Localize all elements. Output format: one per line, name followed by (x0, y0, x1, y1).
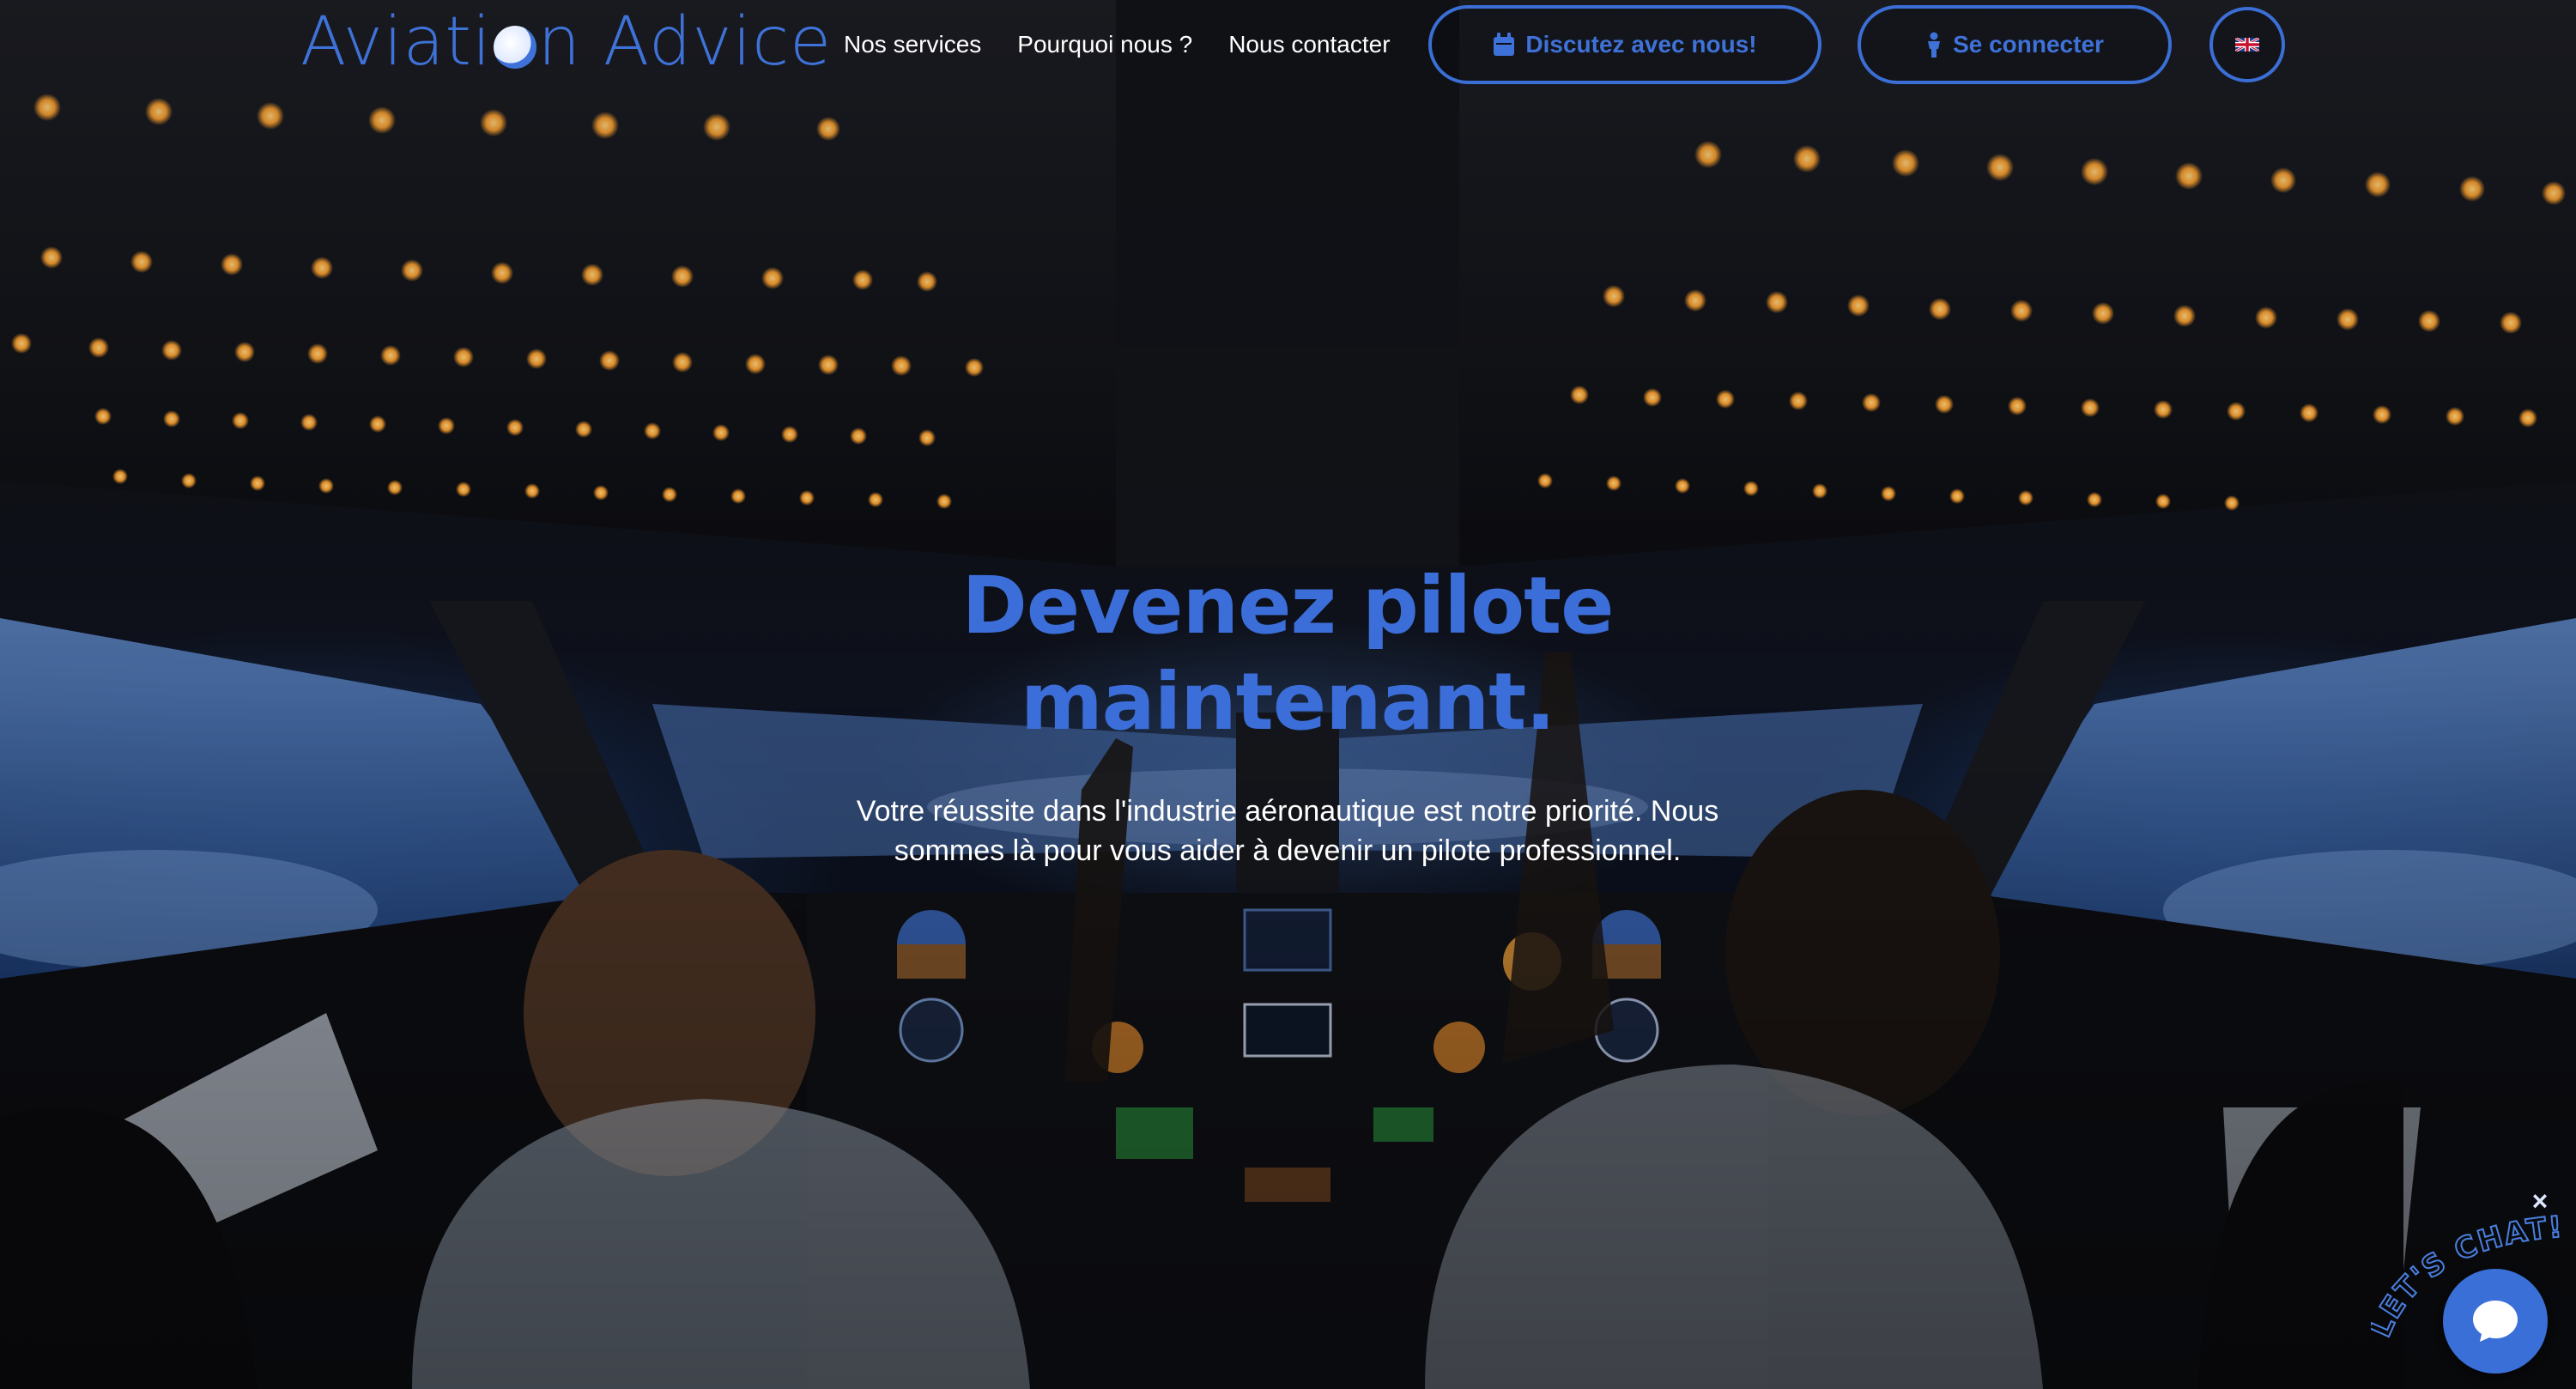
hero-headline-line2: maintenant. (1020, 656, 1555, 748)
logo[interactable]: Aviati n Advice (300, 3, 832, 81)
hero-headline: Devenez pilote maintenant. (858, 558, 1717, 750)
chat-bubble-icon (2473, 1301, 2518, 1342)
top-navigation: Aviati n Advice Nos services Pourquoi nou… (0, 0, 2576, 94)
person-icon (1928, 32, 1941, 58)
logo-text-start: Aviati (300, 3, 492, 81)
logo-text-end: n Advice (537, 3, 833, 81)
login-label: Se connecter (1953, 31, 2104, 58)
nav-links: Nos services Pourquoi nous ? Nous contac… (844, 26, 1391, 64)
nav-link-contact[interactable]: Nous contacter (1228, 26, 1390, 64)
uk-flag-icon (2235, 38, 2259, 52)
language-switcher[interactable] (2209, 7, 2285, 82)
login-button[interactable]: Se connecter (1858, 5, 2172, 84)
chat-with-us-button[interactable]: Discutez avec nous! (1428, 5, 1821, 84)
globe-plane-icon (493, 26, 536, 69)
hero-headline-line1: Devenez pilote (961, 560, 1614, 652)
nav-link-services[interactable]: Nos services (844, 26, 981, 64)
chat-with-us-label: Discutez avec nous! (1525, 31, 1757, 58)
chat-launcher-button[interactable] (2443, 1269, 2548, 1374)
nav-link-why-us[interactable]: Pourquoi nous ? (1017, 26, 1192, 64)
calendar-icon (1494, 33, 1515, 56)
hero-subtext: Votre réussite dans l'industrie aéronaut… (856, 795, 1719, 867)
